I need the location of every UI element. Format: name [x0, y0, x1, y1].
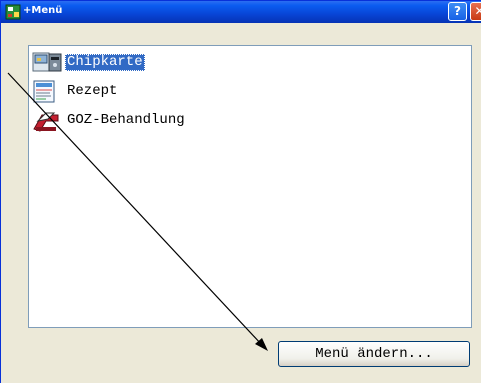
list-item-goz-behandlung[interactable]: GOZ-Behandlung: [32, 109, 332, 133]
window-title: +Menü: [23, 5, 63, 16]
dental-treatment-icon: [33, 112, 59, 132]
help-button[interactable]: ?: [448, 2, 467, 21]
dialog-window: +Menü ? ✕ Chipkarte Rezept GOZ-Behandlun…: [0, 0, 481, 383]
prescription-form-icon: [33, 80, 55, 103]
list-item-label: Chipkarte: [65, 54, 145, 71]
close-button[interactable]: ✕: [470, 2, 481, 21]
menu-listbox[interactable]: Chipkarte Rezept GOZ-Behandlung: [28, 45, 472, 328]
change-menu-button[interactable]: Menü ändern...: [278, 341, 470, 367]
screenshot: +Menü ? ✕ Chipkarte Rezept GOZ-Behandlun…: [0, 0, 481, 383]
title-bar[interactable]: +Menü ? ✕: [1, 1, 481, 23]
app-icon: [5, 4, 21, 20]
list-item-label: Rezept: [67, 83, 118, 99]
list-item-chipkarte[interactable]: Chipkarte: [32, 51, 332, 75]
list-item-rezept[interactable]: Rezept: [32, 80, 332, 104]
list-item-label: GOZ-Behandlung: [67, 112, 185, 128]
chipcard-reader-icon: [32, 52, 62, 72]
